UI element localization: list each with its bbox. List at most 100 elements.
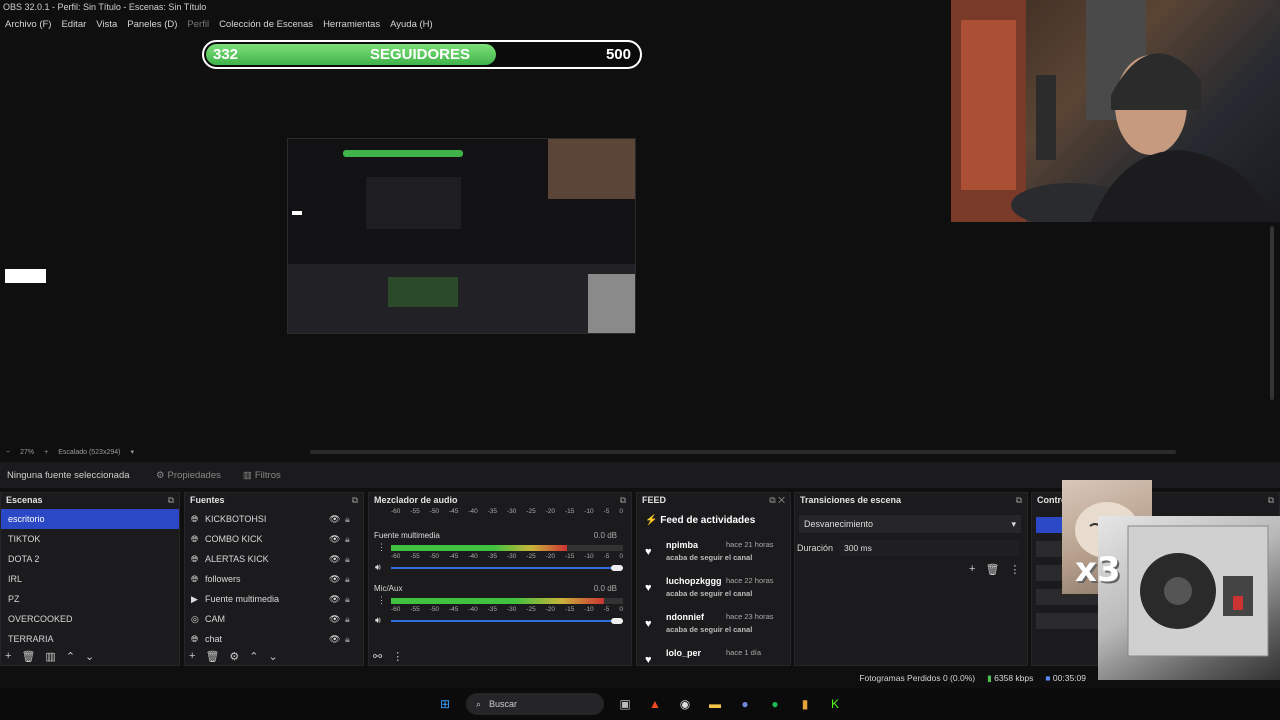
source-item[interactable]: ▶ Fuente multimedia 👁︎ 🔒︎ xyxy=(185,589,363,609)
taskbar-search[interactable]: ⌕ Buscar xyxy=(466,693,604,715)
gear-icon[interactable]: ⚙ xyxy=(229,650,239,663)
add-icon[interactable]: + xyxy=(189,650,195,663)
eye-icon[interactable]: 👁︎ xyxy=(329,574,345,585)
lock-icon[interactable]: 🔒︎ xyxy=(345,534,357,545)
add-icon[interactable]: + xyxy=(969,563,975,576)
source-item[interactable]: 🌐︎ KICKBOTOHSI 👁︎ 🔒︎ xyxy=(185,509,363,529)
filters-button[interactable]: ▥ Filtros xyxy=(235,467,289,484)
lock-icon[interactable]: 🔒︎ xyxy=(345,554,357,565)
menu-item-2[interactable]: Vista xyxy=(96,19,117,30)
chevron-down-icon[interactable]: ⌄ xyxy=(85,650,94,663)
globe-icon: 🌐︎ xyxy=(191,633,199,644)
trash-icon[interactable]: 🗑 xyxy=(985,563,999,576)
scale-tick: -50 xyxy=(429,553,440,560)
folder-icon[interactable]: ▬ xyxy=(706,695,724,713)
undock-icon[interactable]: ⧉ xyxy=(1016,495,1022,507)
preview-vertical-scrollbar[interactable] xyxy=(1270,226,1274,400)
eye-icon[interactable]: 👁︎ xyxy=(329,514,345,525)
chevron-up-icon[interactable]: ⌃ xyxy=(66,650,75,663)
menu-item-7[interactable]: Ayuda (H) xyxy=(390,19,433,30)
brave-icon[interactable]: ▲ xyxy=(646,695,664,713)
scale-tick: 0 xyxy=(619,508,623,515)
lock-icon[interactable]: 🔒︎ xyxy=(345,614,357,625)
scene-item[interactable]: IRL xyxy=(1,569,179,589)
scale-tick: -20 xyxy=(545,553,556,560)
kick-icon[interactable]: K xyxy=(826,695,844,713)
scene-item[interactable]: escritorio xyxy=(1,509,179,529)
source-item[interactable]: ◎ CAM 👁︎ 🔒︎ xyxy=(185,609,363,629)
volume-fader[interactable] xyxy=(391,620,623,622)
volume-fader[interactable] xyxy=(391,567,623,569)
scene-item[interactable]: DOTA 2 xyxy=(1,549,179,569)
eye-icon[interactable]: 👁︎ xyxy=(329,534,345,545)
stream-time-value: 00:35:09 xyxy=(1052,673,1086,683)
globe-icon: 🌐︎ xyxy=(191,533,199,544)
menu-item-3[interactable]: Paneles (D) xyxy=(127,19,177,30)
source-item[interactable]: 🌐︎ COMBO KICK 👁︎ 🔒︎ xyxy=(185,529,363,549)
chevron-down-icon[interactable]: ⌄ xyxy=(269,650,278,663)
lock-icon[interactable]: 🔒︎ xyxy=(345,634,357,645)
scene-item[interactable]: TIKTOK xyxy=(1,529,179,549)
undock-icon[interactable]: ⧉ xyxy=(769,495,775,505)
discord-icon[interactable]: ● xyxy=(736,695,754,713)
eye-icon[interactable]: 👁︎ xyxy=(329,634,345,645)
camera-icon: ◎ xyxy=(191,613,199,624)
task-view-icon[interactable]: ▣ xyxy=(616,695,634,713)
trash-icon[interactable]: 🗑 xyxy=(205,650,219,663)
zoom-out-button[interactable]: − xyxy=(6,449,10,456)
windows-start-icon[interactable]: ⊞ xyxy=(436,695,454,713)
preview-horizontal-scrollbar[interactable] xyxy=(310,450,1176,454)
eye-icon[interactable]: 👁︎ xyxy=(329,614,345,625)
heart-icon: ♥ xyxy=(645,546,652,558)
add-icon[interactable]: + xyxy=(5,650,11,663)
lock-icon[interactable]: 🔒︎ xyxy=(345,574,357,585)
duration-input[interactable]: 300 ms xyxy=(839,540,1019,556)
eye-icon[interactable]: 👁︎ xyxy=(329,554,345,565)
close-icon[interactable]: ✕ xyxy=(778,495,785,505)
more-icon[interactable]: ⋮ xyxy=(377,595,386,606)
scene-item[interactable]: OVERCOOKED xyxy=(1,609,179,629)
more-icon[interactable]: ⋮ xyxy=(392,650,403,663)
scale-tick: -5 xyxy=(603,508,610,515)
eye-icon[interactable]: 👁︎ xyxy=(329,594,345,605)
fader-knob[interactable] xyxy=(611,565,623,571)
filter-icon[interactable]: ▥ xyxy=(45,650,55,663)
menu-item-0[interactable]: Archivo (F) xyxy=(5,19,51,30)
menu-item-5[interactable]: Colección de Escenas xyxy=(219,19,313,30)
menu-item-6[interactable]: Herramientas xyxy=(323,19,380,30)
source-list: 🌐︎ KICKBOTOHSI 👁︎ 🔒︎ 🌐︎ COMBO KICK 👁︎ 🔒︎ 🌐︎ ALERT… xyxy=(185,509,363,649)
chevron-down-icon[interactable]: ▾ xyxy=(130,448,134,456)
more-icon[interactable]: ⋮ xyxy=(1009,563,1020,576)
fader-knob[interactable] xyxy=(611,618,623,624)
scene-item[interactable]: PZ xyxy=(1,589,179,609)
lock-icon[interactable]: 🔒︎ xyxy=(345,514,357,525)
channel-name: Fuente multimedia xyxy=(374,531,440,540)
lock-icon[interactable]: 🔒︎ xyxy=(345,594,357,605)
link-icon[interactable]: ⚯ xyxy=(373,650,382,663)
speaker-icon[interactable]: 🔊︎ xyxy=(375,562,381,573)
undock-icon[interactable]: ⧉ xyxy=(1268,495,1274,507)
stream-icon: ■ xyxy=(1045,673,1051,683)
obs-icon[interactable]: ◉ xyxy=(676,695,694,713)
more-icon[interactable]: ⋮ xyxy=(377,542,386,553)
settings-button[interactable] xyxy=(1036,613,1100,629)
transition-select[interactable]: Desvanecimiento ▾ xyxy=(799,515,1021,533)
menu-item-4[interactable]: Perfil xyxy=(187,19,209,30)
source-item[interactable]: 🌐︎ ALERTAS KICK 👁︎ 🔒︎ xyxy=(185,549,363,569)
source-item[interactable]: 🌐︎ chat 👁︎ 🔒︎ xyxy=(185,629,363,649)
menu-item-1[interactable]: Editar xyxy=(61,19,86,30)
trash-icon[interactable]: 🗑 xyxy=(21,650,35,663)
spotify-icon[interactable]: ● xyxy=(766,695,784,713)
chevron-up-icon[interactable]: ⌃ xyxy=(249,650,258,663)
undock-icon[interactable]: ⧉ xyxy=(620,495,626,507)
undock-icon[interactable]: ⧉ xyxy=(352,495,358,507)
properties-button[interactable]: ⚙ Propiedades xyxy=(148,467,229,484)
speaker-icon[interactable]: 🔊︎ xyxy=(375,615,381,626)
source-item[interactable]: 🌐︎ followers 👁︎ 🔒︎ xyxy=(185,569,363,589)
app-icon[interactable]: ▮ xyxy=(796,695,814,713)
zoom-in-button[interactable]: + xyxy=(44,449,48,456)
scene-item[interactable]: TERRARIA xyxy=(1,629,179,649)
scale-tick: -15 xyxy=(564,553,575,560)
scale-tick: -35 xyxy=(487,606,498,613)
undock-icon[interactable]: ⧉ xyxy=(168,495,174,507)
